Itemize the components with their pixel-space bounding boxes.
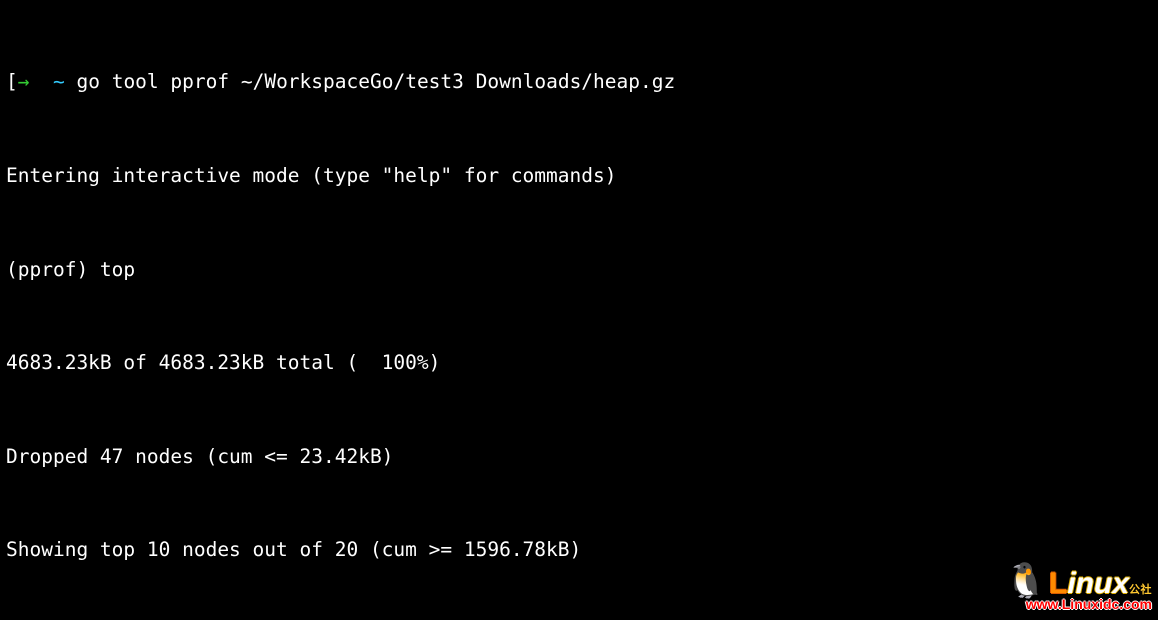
terminal-output[interactable]: [→ ~ go tool pprof ~/WorkspaceGo/test3 D… <box>0 0 1158 620</box>
totals-line: 4683.23kB of 4683.23kB total ( 100%) <box>6 347 1152 378</box>
command-line: [→ ~ go tool pprof ~/WorkspaceGo/test3 D… <box>6 66 1152 97</box>
dropped-line: Dropped 47 nodes (cum <= 23.42kB) <box>6 441 1152 472</box>
prompt-cwd: ~ <box>53 70 65 93</box>
pprof-top-cmd: top <box>100 258 135 281</box>
entered-command: go tool pprof ~/WorkspaceGo/test3 Downlo… <box>76 70 675 93</box>
pprof-prompt: (pprof) <box>6 258 100 281</box>
mode-line: Entering interactive mode (type "help" f… <box>6 160 1152 191</box>
pprof-top-line: (pprof) top <box>6 254 1152 285</box>
prompt-arrow-icon: → <box>18 70 30 93</box>
showing-line: Showing top 10 nodes out of 20 (cum >= 1… <box>6 534 1152 565</box>
